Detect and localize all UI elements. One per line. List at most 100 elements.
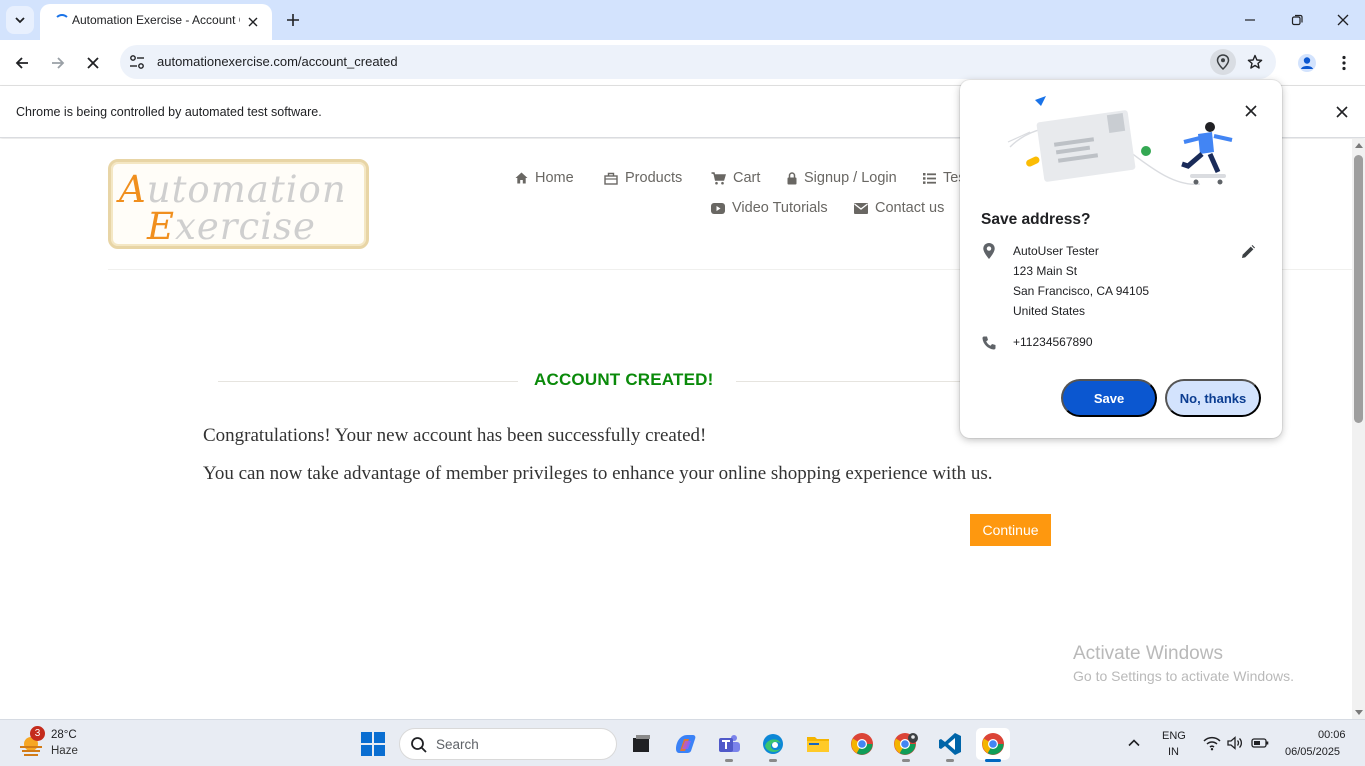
- search-icon: [411, 737, 427, 753]
- address-illustration: [1007, 96, 1233, 185]
- site-logo[interactable]: Automation Exercise: [108, 159, 369, 249]
- nav-signup-login[interactable]: Signup / Login: [787, 170, 897, 186]
- volume-icon[interactable]: [1226, 735, 1244, 751]
- avatar-icon: [1298, 54, 1316, 72]
- new-tab-button[interactable]: [282, 9, 304, 31]
- dialog-close-button[interactable]: [1242, 102, 1260, 120]
- loading-spinner-icon: [54, 14, 70, 30]
- chrome-app[interactable]: [845, 728, 879, 760]
- chevron-up-icon[interactable]: [1127, 736, 1141, 750]
- chrome-profile-icon: [894, 733, 918, 755]
- running-indicator: [769, 759, 777, 762]
- forward-button[interactable]: [45, 50, 71, 76]
- close-icon: [1245, 105, 1257, 117]
- region-indicator: IN: [1168, 746, 1179, 758]
- active-indicator: [985, 759, 1001, 762]
- copilot-app[interactable]: [668, 728, 702, 760]
- clock-date: 06/05/2025: [1285, 746, 1341, 758]
- tab-close-button[interactable]: [244, 13, 262, 31]
- chrome-profile-app[interactable]: [889, 728, 923, 762]
- star-icon: [1247, 54, 1263, 69]
- edge-icon: [763, 734, 783, 754]
- restore-icon: [1291, 14, 1303, 26]
- nav-video-tutorials[interactable]: Video Tutorials: [711, 200, 828, 216]
- site-settings-icon[interactable]: [128, 53, 146, 71]
- weather-condition-text: Haze: [51, 745, 78, 757]
- bookmark-button[interactable]: [1242, 49, 1268, 75]
- arrow-left-icon: [15, 57, 28, 69]
- tab-title: Automation Exercise - Account Created: [72, 13, 240, 27]
- address-city: San Francisco, CA 94105: [1013, 284, 1150, 298]
- address-bar[interactable]: automationexercise.com/account_created: [120, 45, 1276, 79]
- infobar-close-button[interactable]: [1333, 103, 1351, 121]
- continue-button[interactable]: Continue: [970, 514, 1051, 546]
- close-icon: [1337, 14, 1349, 26]
- activate-windows-subtitle: Go to Settings to activate Windows.: [1073, 668, 1294, 684]
- scroll-up-arrow-icon[interactable]: [1355, 143, 1363, 148]
- cart-icon: [711, 171, 726, 184]
- congratulations-text: Congratulations! Your new account has be…: [203, 425, 707, 446]
- address-phone: +11234567890: [1013, 335, 1093, 349]
- tab-strip: Automation Exercise - Account Created: [0, 0, 1365, 40]
- search-placeholder: Search: [436, 737, 479, 752]
- page-scrollbar[interactable]: [1352, 139, 1365, 719]
- location-pin-icon: [1216, 54, 1230, 70]
- list-icon: [923, 172, 936, 184]
- teams-app[interactable]: [712, 728, 746, 762]
- logo-line-2: Exercise: [147, 205, 316, 248]
- taskbar-search-box[interactable]: Search: [399, 728, 617, 760]
- chrome-icon: [851, 733, 873, 755]
- battery-icon[interactable]: [1251, 735, 1269, 751]
- tab-active[interactable]: Automation Exercise - Account Created: [40, 4, 272, 40]
- save-address-dialog: Save address? AutoUser Tester 123 Main S…: [960, 80, 1282, 438]
- restore-button[interactable]: [1285, 8, 1309, 32]
- close-icon: [248, 17, 258, 27]
- minimize-button[interactable]: [1238, 8, 1262, 32]
- location-pin-icon: [983, 243, 995, 259]
- edge-app[interactable]: [756, 728, 790, 762]
- vscode-app[interactable]: [933, 728, 967, 762]
- home-icon: [515, 172, 528, 184]
- close-window-button[interactable]: [1331, 8, 1355, 32]
- folder-icon: [807, 737, 829, 752]
- windows-start-icon[interactable]: [361, 732, 385, 756]
- save-address-indicator[interactable]: [1210, 49, 1236, 75]
- no-thanks-button[interactable]: No, thanks: [1165, 379, 1261, 417]
- file-explorer-app[interactable]: [801, 728, 835, 760]
- account-created-heading: ACCOUNT CREATED!: [534, 370, 714, 389]
- stop-loading-button[interactable]: [80, 50, 106, 76]
- scroll-down-arrow-icon[interactable]: [1355, 710, 1363, 715]
- nav-cart[interactable]: Cart: [711, 170, 760, 186]
- language-indicator[interactable]: ENG: [1162, 730, 1186, 742]
- nav-home[interactable]: Home: [515, 170, 574, 186]
- task-view-button[interactable]: [624, 728, 658, 760]
- save-address-button[interactable]: Save: [1061, 379, 1157, 417]
- nav-products[interactable]: Products: [604, 170, 682, 186]
- activate-windows-title: Activate Windows: [1073, 643, 1223, 664]
- temperature-text: 28°C: [51, 729, 77, 741]
- running-indicator: [725, 759, 733, 762]
- profile-button[interactable]: [1294, 50, 1320, 76]
- windows-taskbar: 3 28°C Haze Search ENG IN 00:06 06/05/20…: [0, 719, 1365, 766]
- minimize-icon: [1245, 19, 1255, 21]
- menu-button[interactable]: [1331, 50, 1357, 76]
- vscode-icon: [939, 733, 961, 755]
- pencil-icon[interactable]: [1240, 244, 1256, 260]
- wifi-icon[interactable]: [1203, 735, 1221, 751]
- nav-contact-us[interactable]: Contact us: [854, 200, 944, 216]
- back-button[interactable]: [9, 50, 35, 76]
- clock-time: 00:06: [1318, 729, 1346, 741]
- chrome-automation-app[interactable]: [976, 728, 1010, 762]
- plus-icon: [287, 14, 299, 26]
- scrollbar-thumb[interactable]: [1354, 155, 1363, 423]
- chrome-icon: [982, 733, 1004, 755]
- address-country: United States: [1013, 304, 1086, 318]
- task-view-icon: [633, 735, 650, 752]
- close-icon: [87, 57, 99, 69]
- tab-search-button[interactable]: [6, 6, 34, 34]
- close-icon: [1336, 106, 1348, 118]
- infobar-message: Chrome is being controlled by automated …: [16, 105, 322, 119]
- youtube-icon: [711, 202, 725, 214]
- running-indicator: [902, 759, 910, 762]
- weather-alert-badge: 3: [30, 726, 45, 741]
